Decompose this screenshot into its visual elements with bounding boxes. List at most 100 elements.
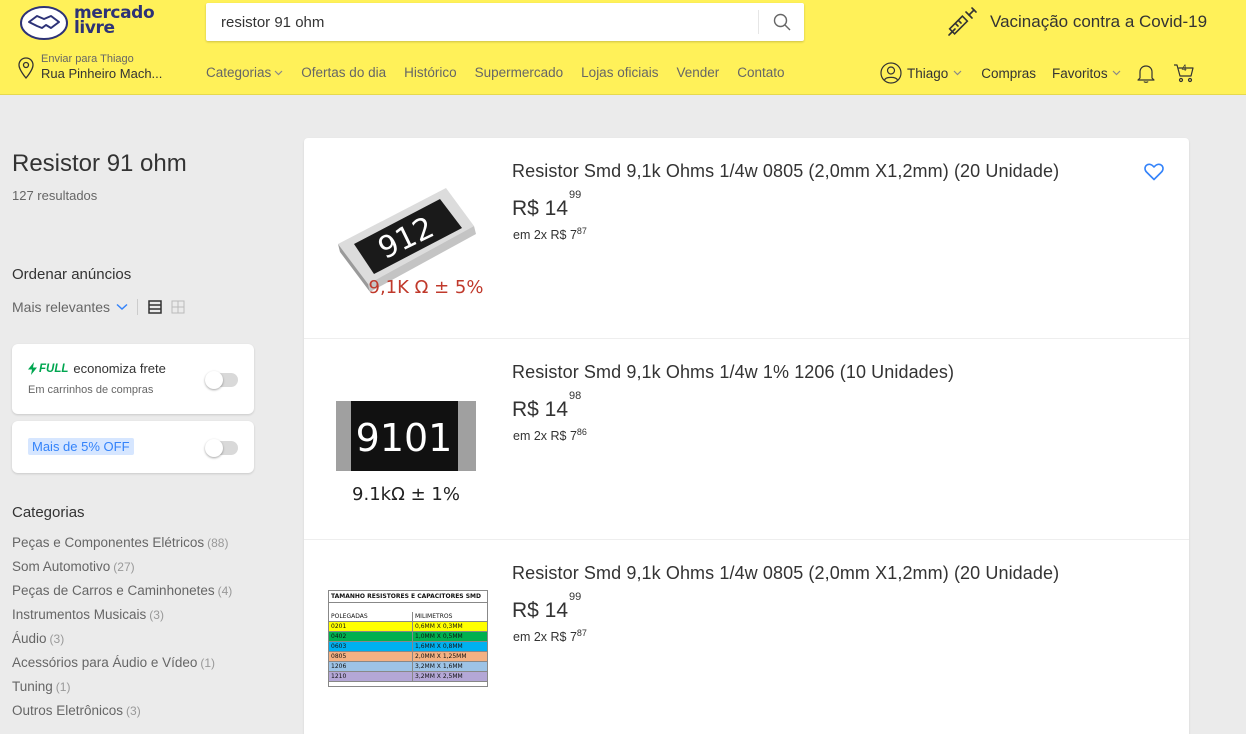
resistor-caption: 9,1K Ω ± 5%	[369, 277, 484, 298]
cart-count: 4	[1181, 63, 1187, 73]
notifications-button[interactable]	[1136, 63, 1155, 83]
purchases-link[interactable]: Compras	[981, 66, 1036, 81]
table-row: 0603 1,6MM X 0,8MM	[329, 642, 487, 652]
nav-historico[interactable]: Histórico	[404, 65, 457, 80]
favorites-label: Favoritos	[1052, 65, 1108, 81]
price-integer: R$ 14	[512, 599, 569, 622]
smd-size-table: TAMANHO RESISTORES E CAPACITORES SMD POL…	[328, 590, 488, 687]
table-row: 1206 3,2MM X 1,6MM	[329, 662, 487, 672]
table-header-row: POLEGADAS MILIMETROS	[329, 612, 487, 622]
sort-dropdown[interactable]: Mais relevantes	[12, 299, 128, 315]
category-item[interactable]: Áudio (3)	[12, 631, 232, 655]
result-item[interactable]: 9101 9.1kΩ ± 1% Resistor Smd 9,1k Ohms 1…	[304, 339, 1189, 540]
location-address: Rua Pinheiro Mach...	[41, 66, 163, 81]
product-image[interactable]: 9101 9.1kΩ ± 1%	[328, 367, 488, 517]
product-image[interactable]: TAMANHO RESISTORES E CAPACITORES SMD POL…	[328, 590, 488, 688]
list-view-icon[interactable]	[148, 300, 162, 314]
price-integer: R$ 14	[512, 197, 569, 220]
favorites-menu[interactable]: Favoritos	[1052, 66, 1121, 81]
product-image[interactable]: 912 9,1K Ω ± 5%	[328, 166, 488, 316]
header: mercado livre Vacinação contra a Covi	[0, 0, 1246, 95]
nav-supermercado[interactable]: Supermercado	[475, 65, 564, 80]
table-header: MILIMETROS	[415, 613, 453, 620]
search-input[interactable]	[206, 3, 746, 41]
category-name: Áudio	[12, 631, 47, 646]
product-title[interactable]: Resistor Smd 9,1k Ohms 1/4w 0805 (2,0mm …	[512, 563, 1059, 584]
results-count: 127 resultados	[12, 188, 98, 203]
price-cents: 99	[569, 189, 582, 201]
installments: em 2x R$ 787	[513, 628, 587, 644]
category-item[interactable]: Peças e Componentes Elétricos (88)	[12, 535, 232, 559]
category-name: Peças de Carros e Caminhonetes	[12, 583, 215, 598]
user-menu[interactable]: Thiago	[880, 62, 962, 84]
table-cell-inches: 0201	[329, 622, 413, 631]
results-list: 912 9,1K Ω ± 5% Resistor Smd 9,1k Ohms 1…	[304, 138, 1189, 734]
installments: em 2x R$ 786	[513, 427, 587, 443]
grid-view-icon[interactable]	[171, 300, 185, 314]
resistor-9101-image: 9101 9.1kΩ ± 1%	[336, 401, 476, 505]
user-avatar-icon	[880, 62, 902, 84]
shipping-location[interactable]: Enviar para Thiago Rua Pinheiro Mach...	[18, 52, 178, 84]
table-cell-mm: 3,2MM X 1,6MM	[415, 663, 463, 670]
table-header: POLEGADAS	[329, 612, 413, 621]
installments-cents: 87	[576, 226, 587, 236]
category-item[interactable]: Outros Eletrônicos (3)	[12, 703, 232, 727]
chevron-down-icon	[274, 70, 283, 75]
main-nav: Categorias Ofertas do dia Histórico Supe…	[206, 65, 785, 80]
nav-lojas-oficiais[interactable]: Lojas oficiais	[581, 65, 658, 80]
nav-vender[interactable]: Vender	[676, 65, 719, 80]
installments-text: em 2x R$ 7	[513, 429, 577, 444]
category-count: (3)	[49, 632, 65, 646]
full-shipping-filter[interactable]: FULL economiza frete Em carrinhos de com…	[12, 344, 254, 414]
logo-line-2: livre	[74, 18, 115, 38]
full-toggle[interactable]	[205, 371, 238, 389]
category-item[interactable]: Tuning (1)	[12, 679, 232, 703]
nav-categorias[interactable]: Categorias	[206, 65, 283, 80]
sort-row: Mais relevantes	[12, 298, 256, 316]
user-nav: Thiago Compras Favoritos 4	[880, 62, 1195, 84]
discount-filter[interactable]: Mais de 5% OFF	[12, 421, 254, 473]
categories-title: Categorias	[12, 504, 85, 521]
chevron-down-icon	[116, 303, 128, 311]
installments-text: em 2x R$ 7	[513, 228, 577, 243]
table-cell-mm: 1,0MM X 0,5MM	[415, 633, 463, 640]
favorite-heart-icon[interactable]	[1144, 163, 1164, 181]
product-price: R$ 1499	[512, 189, 581, 221]
user-name: Thiago	[907, 65, 949, 81]
product-title[interactable]: Resistor Smd 9,1k Ohms 1/4w 1% 1206 (10 …	[512, 362, 954, 383]
category-item[interactable]: Instrumentos Musicais (3)	[12, 607, 232, 631]
table-body: 0201 0,6MM X 0,3MM 0402 1,0MM X 0,5MM 0603 1,…	[329, 622, 487, 682]
full-text: economiza frete	[73, 361, 166, 376]
lightning-icon	[28, 362, 37, 375]
chevron-down-icon	[1112, 70, 1121, 76]
order-title: Ordenar anúncios	[12, 266, 132, 283]
search-button[interactable]	[758, 10, 804, 34]
table-cell-mm: 1,6MM X 0,8MM	[415, 643, 463, 650]
discount-toggle[interactable]	[205, 439, 238, 457]
category-item[interactable]: Som Automotivo (27)	[12, 559, 232, 583]
nav-contato[interactable]: Contato	[737, 65, 784, 80]
nav-label: Categorias	[206, 65, 272, 80]
installments-text: em 2x R$ 7	[513, 630, 577, 645]
product-price: R$ 1499	[512, 591, 581, 623]
table-row: 0805 2,0MM X 1,25MM	[329, 652, 487, 662]
category-count: (88)	[207, 536, 229, 550]
sidebar: Resistor 91 ohm 127 resultados Ordenar a…	[12, 150, 256, 718]
nav-ofertas[interactable]: Ofertas do dia	[301, 65, 386, 80]
handshake-logo-icon	[20, 6, 68, 40]
result-item[interactable]: TAMANHO RESISTORES E CAPACITORES SMD POL…	[304, 540, 1189, 734]
mercado-livre-logo[interactable]: mercado livre	[20, 4, 156, 42]
category-name: Outros Eletrônicos	[12, 703, 124, 718]
cart-button[interactable]: 4	[1173, 63, 1195, 83]
product-title[interactable]: Resistor Smd 9,1k Ohms 1/4w 0805 (2,0mm …	[512, 161, 1059, 182]
result-item[interactable]: 912 9,1K Ω ± 5% Resistor Smd 9,1k Ohms 1…	[304, 138, 1189, 339]
product-price: R$ 1498	[512, 390, 581, 422]
category-item[interactable]: Acessórios para Áudio e Vídeo (1)	[12, 655, 232, 679]
promo-text: Vacinação contra a Covid-19	[990, 12, 1208, 31]
category-count: (1)	[200, 656, 216, 670]
location-label: Enviar para Thiago	[41, 53, 134, 65]
covid-promo-link[interactable]: Vacinação contra a Covid-19	[946, 4, 1207, 40]
price-cents: 99	[569, 591, 582, 603]
installments-cents: 86	[576, 427, 587, 437]
category-item[interactable]: Peças de Carros e Caminhonetes (4)	[12, 583, 232, 607]
